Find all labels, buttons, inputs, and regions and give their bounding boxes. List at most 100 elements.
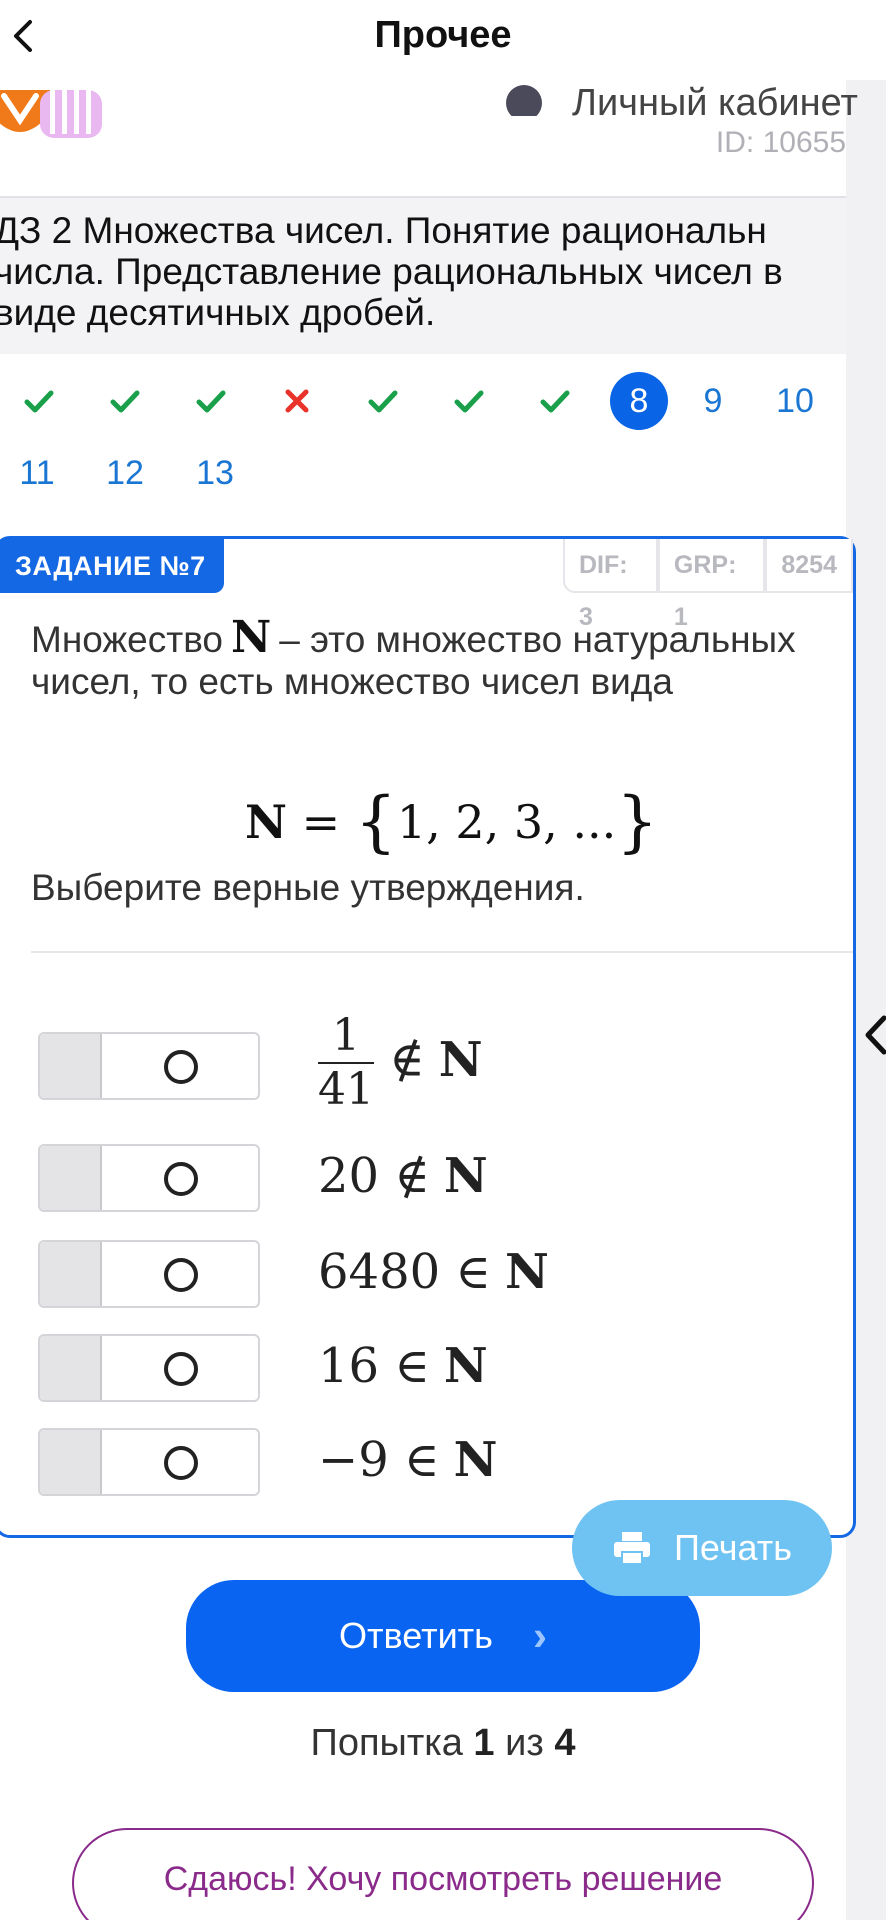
- toggle-off-icon: [164, 1050, 198, 1084]
- toggle-off-icon: [164, 1258, 198, 1292]
- fraction: 1 41: [318, 1010, 374, 1116]
- check-icon: [110, 390, 140, 413]
- option-2-expression: 20 ∉ N: [318, 1148, 488, 1204]
- toggle-knob: [40, 1336, 102, 1400]
- relation-symbol: ∈: [394, 1338, 430, 1394]
- formula-eq: =: [301, 795, 341, 849]
- toggle-knob: [40, 1034, 102, 1098]
- set-symbol: N: [453, 1432, 498, 1488]
- option-4-toggle[interactable]: [38, 1334, 260, 1402]
- page-title: Прочее: [374, 14, 512, 56]
- option-value: 20: [318, 1148, 380, 1204]
- chevron-right-icon: ›: [532, 1612, 547, 1659]
- formula-close-brace: }: [616, 783, 659, 860]
- check-icon: [454, 390, 484, 413]
- option-4-expression: 16 ∈ N: [318, 1338, 488, 1394]
- personal-cabinet-link[interactable]: Личный кабинет: [506, 82, 858, 116]
- topic-title: ДЗ 2 Множества чисел. Понятие рациональн…: [0, 198, 846, 354]
- print-label: Печать: [674, 1527, 792, 1568]
- check-icon: [24, 390, 54, 413]
- option-1-toggle[interactable]: [38, 1032, 260, 1100]
- question-11[interactable]: 11: [8, 444, 66, 502]
- option-2: 20 ∉ N: [38, 1144, 798, 1214]
- formula-lhs: N: [245, 795, 288, 849]
- question-1-status[interactable]: [10, 372, 68, 430]
- set-formula: N = {1, 2, 3, ...}: [245, 783, 658, 860]
- attempt-prefix: Попытка: [310, 1722, 463, 1764]
- answer-label: Ответить: [339, 1615, 493, 1656]
- option-3-toggle[interactable]: [38, 1240, 260, 1308]
- attempt-middle: из: [505, 1722, 544, 1764]
- answer-button[interactable]: Ответить ›: [186, 1580, 700, 1692]
- check-icon: [368, 390, 398, 413]
- task-statement: Множество N – это множество натуральных чи…: [31, 616, 831, 703]
- option-5: −9 ∈ N: [38, 1428, 798, 1498]
- question-5-status[interactable]: [354, 372, 412, 430]
- option-5-expression: −9 ∈ N: [318, 1432, 497, 1488]
- option-1-expression: 1 41 ∉ N: [318, 1010, 483, 1116]
- toggle-knob: [40, 1146, 102, 1210]
- attempt-current: 1: [473, 1722, 495, 1764]
- top-bar: Прочее: [0, 0, 886, 80]
- question-13[interactable]: 13: [186, 444, 244, 502]
- question-7-status[interactable]: [526, 372, 584, 430]
- print-button[interactable]: Печать: [572, 1500, 832, 1596]
- cabinet-label: Личный кабинет: [572, 82, 858, 116]
- toggle-off-icon: [164, 1446, 198, 1480]
- toggle-knob: [40, 1242, 102, 1306]
- user-avatar-icon: [506, 85, 542, 116]
- option-5-toggle[interactable]: [38, 1428, 260, 1496]
- toggle-knob: [40, 1430, 102, 1494]
- question-9[interactable]: 9: [684, 372, 742, 430]
- option-value: 6480: [318, 1244, 441, 1300]
- option-3: 6480 ∈ N: [38, 1240, 798, 1310]
- relation-symbol: ∉: [394, 1148, 430, 1204]
- attempt-counter: Попытка 1 из 4: [0, 1722, 886, 1765]
- set-symbol: N: [443, 1148, 488, 1204]
- toggle-off-icon: [164, 1352, 198, 1386]
- site-logo[interactable]: [0, 90, 114, 140]
- set-symbol: N: [443, 1338, 488, 1394]
- formula-open-brace: {: [354, 783, 397, 860]
- set-symbol: N: [438, 1031, 483, 1088]
- task-instruction: Выберите верные утверждения.: [31, 867, 585, 908]
- question-6-status[interactable]: [440, 372, 498, 430]
- topic-line: виде десятичных дробей.: [0, 292, 436, 333]
- question-12[interactable]: 12: [96, 444, 154, 502]
- group-tag: GRP: 1: [657, 539, 766, 631]
- fraction-numerator: 1: [318, 1010, 374, 1064]
- relation-symbol: ∈: [455, 1244, 491, 1300]
- fraction-denominator: 41: [318, 1064, 374, 1115]
- task-label: ЗАДАНИЕ №7: [0, 539, 224, 593]
- option-value: 16: [318, 1338, 380, 1394]
- question-3-status[interactable]: [182, 372, 240, 430]
- option-4: 16 ∈ N: [38, 1334, 798, 1404]
- relation-symbol: ∈: [404, 1432, 440, 1488]
- statement-prefix: Множество: [31, 619, 224, 660]
- topic-line: ДЗ 2 Множества чисел. Понятие рациональн: [0, 210, 767, 251]
- question-2-status[interactable]: [96, 372, 154, 430]
- formula-values: 1, 2, 3, ...: [396, 795, 617, 849]
- printer-icon: [614, 1532, 651, 1565]
- question-8-active[interactable]: 8: [610, 372, 668, 430]
- option-value: −9: [318, 1432, 389, 1488]
- chevron-left-icon[interactable]: [862, 1010, 886, 1060]
- check-icon: [540, 390, 570, 413]
- check-icon: [196, 390, 226, 413]
- option-3-expression: 6480 ∈ N: [318, 1244, 549, 1300]
- option-2-toggle[interactable]: [38, 1144, 260, 1212]
- set-symbol: N: [231, 612, 272, 663]
- user-id: ID: 10655: [715, 126, 846, 159]
- relation-symbol: ∉: [389, 1031, 425, 1088]
- question-4-status[interactable]: [268, 372, 326, 430]
- topic-line: числа. Представление рациональных чисел …: [0, 251, 783, 292]
- question-10[interactable]: 10: [766, 372, 824, 430]
- set-symbol: N: [504, 1244, 549, 1300]
- give-up-button[interactable]: Сдаюсь! Хочу посмотреть решение: [72, 1828, 814, 1920]
- attempt-total: 4: [554, 1722, 576, 1764]
- cross-icon: [285, 389, 309, 413]
- option-1: 1 41 ∉ N: [38, 1010, 798, 1115]
- task-tags: DIF: 3 GRP: 1 8254: [563, 539, 853, 631]
- task-id-tag: 8254: [765, 539, 853, 593]
- question-navigation: 8 9 10 11 12 13: [0, 372, 846, 502]
